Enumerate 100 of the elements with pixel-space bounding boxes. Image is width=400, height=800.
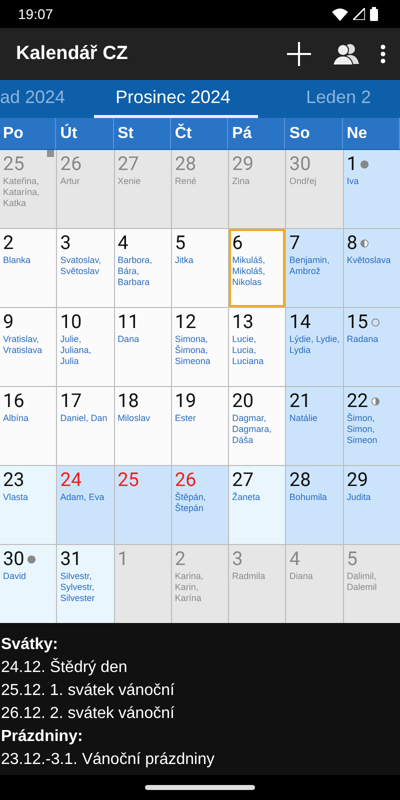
- name-day-text: Xenie: [118, 176, 142, 187]
- section-heading: Prázdniny:: [1, 727, 84, 747]
- day-number: 21: [289, 389, 311, 413]
- more-options-button[interactable]: [380, 44, 386, 64]
- day-number: 9: [3, 310, 14, 334]
- day-number: 1: [118, 547, 128, 571]
- name-day-text: Albína: [3, 413, 30, 424]
- day-cell[interactable]: 14 Lýdie, Lydie, Lydia: [286, 308, 343, 386]
- day-cell[interactable]: 11 Dana: [114, 308, 171, 386]
- day-cell[interactable]: 20 Dagmar, Dagmara, Dáša: [229, 387, 286, 465]
- day-cell[interactable]: 8 Květoslava: [344, 229, 400, 307]
- name-day-text: Adam, Eva: [60, 492, 106, 503]
- add-button[interactable]: [286, 41, 312, 67]
- day-cell[interactable]: 26 Štěpán, Štepán: [172, 466, 228, 544]
- name-day-text: Květoslava: [346, 255, 392, 266]
- day-cell[interactable]: 24 Adam, Eva: [57, 466, 114, 544]
- name-day-text: Dagmar, Dagmara, Dáša: [232, 413, 273, 446]
- day-cell[interactable]: 18 Miloslav: [114, 387, 171, 465]
- name-day-text: Šimon, Simon, Simeon: [346, 413, 378, 446]
- day-cell[interactable]: 28 Bohumila: [286, 466, 343, 544]
- weekday-header: St: [114, 118, 171, 149]
- day-number: 7: [289, 231, 300, 255]
- day-number: 11: [118, 310, 139, 334]
- name-day-text: Barbora, Bára, Barbara: [118, 255, 154, 288]
- name-day-text: Miloslav: [118, 413, 152, 424]
- name-day-text: Radana: [346, 334, 380, 345]
- day-number: 5: [174, 231, 186, 255]
- day-number: 29: [346, 468, 368, 492]
- weekday-header: So: [286, 118, 343, 149]
- wifi-icon: [332, 8, 348, 20]
- day-cell[interactable]: 23 Vlasta: [0, 466, 56, 544]
- day-number: 6: [232, 231, 243, 255]
- day-number: 2: [174, 547, 186, 571]
- day-number: 19: [174, 389, 196, 413]
- name-day-text: Lýdie, Lydie, Lydia: [289, 334, 340, 356]
- holiday-text: 26.12. 2. svátek vánoční: [1, 704, 176, 724]
- name-day-text: Natálie: [289, 413, 318, 424]
- day-number: 15: [346, 310, 368, 334]
- day-number: 30: [289, 152, 311, 176]
- name-day-text: Ester: [174, 413, 197, 424]
- name-day-text: Mikuláš, Mikoláš, Nikolas: [232, 255, 266, 288]
- day-cell[interactable]: 6 Mikuláš, Mikoláš, Nikolas: [229, 229, 286, 307]
- name-day-text: Ondřej: [289, 176, 318, 187]
- day-number: 3: [60, 231, 71, 255]
- weekday-header: Pá: [229, 118, 286, 149]
- day-cell[interactable]: 27 Žaneta: [229, 466, 286, 544]
- day-number: 23: [3, 468, 24, 492]
- day-cell[interactable]: 3 Svatoslav, Světoslav: [57, 229, 114, 307]
- day-cell[interactable]: 7 Benjamin, Ambrož: [286, 229, 343, 307]
- day-number: 17: [60, 389, 82, 413]
- holiday-text: 25.12. 1. svátek vánoční: [1, 681, 176, 701]
- name-day-text: David: [3, 571, 28, 582]
- day-cell[interactable]: 29 Judita: [344, 466, 400, 544]
- app-title: Kalendář CZ: [16, 43, 129, 65]
- holiday-text: 24.12. Štědrý den: [1, 657, 128, 678]
- day-cell[interactable]: 16 Albína: [0, 387, 56, 465]
- day-number: 28: [289, 468, 311, 492]
- contacts-button[interactable]: [332, 42, 360, 66]
- day-number: 26: [174, 468, 196, 492]
- day-cell[interactable]: 12 Simona, Šimona, Simeona: [172, 308, 228, 386]
- name-day-text: Vratislav, Vratislava: [3, 334, 44, 356]
- day-number: 22: [346, 389, 368, 413]
- day-cell[interactable]: 5 Jitka: [172, 229, 228, 307]
- day-cell[interactable]: 19 Ester: [172, 387, 228, 465]
- name-day-text: Vlasta: [3, 492, 30, 503]
- weekday-header: Po: [0, 118, 56, 149]
- name-day-text: Žaneta: [232, 492, 262, 503]
- name-day-text: Kateřina, Katarína, Katka: [3, 176, 41, 209]
- name-day-text: Silvestr, Sylvestr, Silvester: [60, 571, 96, 604]
- day-cell[interactable]: 1 Iva: [344, 150, 400, 228]
- day-cell[interactable]: 17 Daniel, Dan: [57, 387, 114, 465]
- name-day-text: Julie, Juliana, Julia: [60, 334, 92, 367]
- day-cell[interactable]: 13 Lucie, Lucia, Luciana: [229, 308, 286, 386]
- day-number: 5: [346, 547, 358, 571]
- day-cell[interactable]: 22 Šimon, Simon, Simeon: [344, 387, 400, 465]
- name-day-text: Radmila: [232, 571, 266, 582]
- weekday-header: Út: [57, 118, 114, 149]
- day-number: 14: [289, 310, 311, 334]
- day-number: 13: [232, 310, 254, 334]
- day-cell[interactable]: 15 Radana: [344, 308, 400, 386]
- name-day-text: Štěpán, Štepán: [174, 492, 207, 514]
- day-cell[interactable]: 2 Blanka: [0, 229, 56, 307]
- name-day-text: René: [174, 176, 198, 187]
- signal-icon: [353, 8, 365, 20]
- day-number: 28: [174, 152, 196, 176]
- day-number: 31: [60, 547, 82, 571]
- day-cell[interactable]: 9 Vratislav, Vratislava: [0, 308, 56, 386]
- name-day-text: Benjamin, Ambrož: [289, 255, 330, 277]
- day-cell[interactable]: 30 David: [0, 545, 56, 623]
- day-cell[interactable]: 31 Silvestr, Sylvestr, Silvester: [57, 545, 114, 623]
- day-cell[interactable]: 10 Julie, Juliana, Julia: [57, 308, 114, 386]
- day-number: 25: [118, 468, 139, 492]
- name-day-text: Lucie, Lucia, Luciana: [232, 334, 265, 367]
- name-day-text: Iva: [346, 176, 360, 187]
- day-cell[interactable]: 21 Natálie: [286, 387, 343, 465]
- day-number: 29: [232, 152, 254, 176]
- name-day-text: Blanka: [3, 255, 32, 266]
- day-number: 2: [3, 231, 14, 255]
- day-cell[interactable]: 4 Barbora, Bára, Barbara: [114, 229, 171, 307]
- name-day-text: Jitka: [174, 255, 194, 266]
